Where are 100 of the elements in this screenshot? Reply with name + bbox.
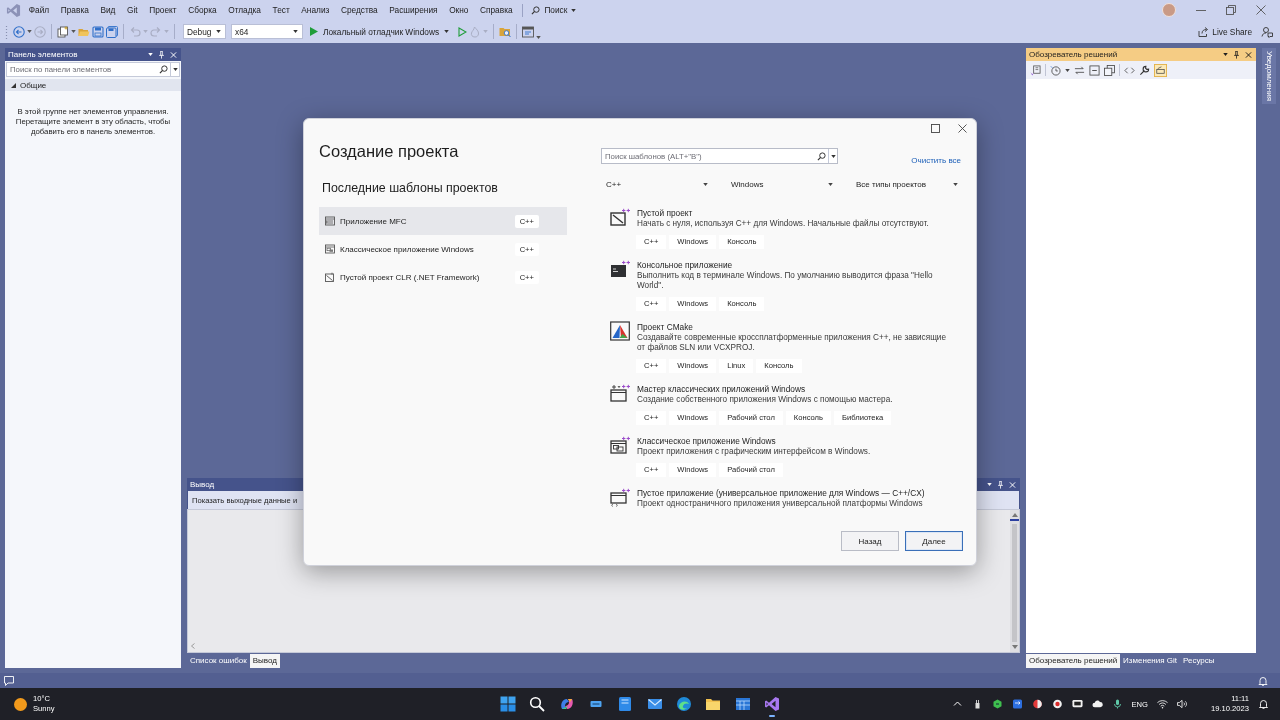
template-name: Классическое приложение Windows <box>340 244 474 254</box>
toolbar-grip[interactable] <box>5 24 8 39</box>
caret-icon[interactable] <box>830 154 836 158</box>
wave-circle-icon[interactable] <box>675 696 692 712</box>
panel-tab[interactable]: Вывод <box>249 654 280 668</box>
menu-item[interactable]: Правка <box>55 0 95 20</box>
caret-icon[interactable] <box>293 30 298 33</box>
feedback-icon[interactable] <box>1261 25 1273 38</box>
back-arrow-icon[interactable] <box>13 25 25 38</box>
close-icon[interactable] <box>1245 50 1252 59</box>
filter-dropdown[interactable]: Windows <box>726 177 837 191</box>
bell-icon[interactable] <box>1258 699 1269 709</box>
speaker-icon[interactable] <box>1177 699 1188 709</box>
copy-pages-icon[interactable] <box>1104 64 1115 76</box>
panel-tab[interactable]: Список ошибок <box>187 654 250 668</box>
pin-icon[interactable] <box>1233 50 1240 59</box>
menu-item[interactable]: Анализ <box>295 0 336 20</box>
panel-tab[interactable]: Обозреватель решений <box>1026 654 1121 668</box>
ribbon-logo-icon[interactable] <box>763 696 780 717</box>
new-pages-icon[interactable] <box>57 25 69 38</box>
caret-icon[interactable] <box>172 68 178 71</box>
caret-icon[interactable] <box>1065 68 1070 72</box>
platform-dropdown[interactable]: x64 <box>231 24 303 39</box>
caret-icon[interactable] <box>571 8 577 12</box>
live-share-button[interactable]: Live Share <box>1196 26 1254 37</box>
arrow-square-icon[interactable] <box>1011 699 1023 709</box>
menu-item[interactable]: Вид <box>94 0 122 20</box>
template-name[interactable]: Проект CMake <box>637 321 693 333</box>
caret-icon[interactable] <box>953 182 958 186</box>
menu-item[interactable]: Справка <box>474 0 519 20</box>
template-name[interactable]: Классическое приложение Windows <box>637 435 776 447</box>
scroll-down-icon[interactable] <box>1011 645 1018 649</box>
close-icon[interactable] <box>958 123 967 133</box>
configuration-dropdown[interactable]: Debug <box>183 24 226 39</box>
page-icon[interactable] <box>1030 64 1041 76</box>
dialog-button[interactable]: Назад <box>841 531 899 551</box>
folder-icon[interactable] <box>705 696 722 712</box>
wifi-icon[interactable] <box>1157 699 1168 709</box>
chevron-up-icon[interactable] <box>951 699 963 709</box>
microphone-icon[interactable] <box>1111 699 1123 709</box>
panel-tab[interactable]: Изменения Git <box>1120 654 1180 668</box>
grid-window-icon[interactable] <box>734 696 751 712</box>
menu-item[interactable]: Средства <box>335 0 384 20</box>
menu-item[interactable]: Окно <box>443 0 475 20</box>
template-name[interactable]: Пустое приложение (универсальное приложение для Windows — C++/CX) <box>637 487 925 499</box>
run-button[interactable]: Локальный отладчик Windows <box>307 22 453 41</box>
mail-icon[interactable] <box>646 696 663 712</box>
menu-item[interactable]: Файл <box>23 0 55 20</box>
menu-item[interactable]: Тест <box>266 0 296 20</box>
wrench-icon[interactable] <box>1139 64 1150 76</box>
menu-item[interactable]: Расширения <box>383 0 444 20</box>
caret-icon[interactable] <box>987 483 992 486</box>
menu-item[interactable]: Сборка <box>182 0 223 20</box>
template-name[interactable]: Мастер классических приложений Windows <box>637 383 806 395</box>
search-icon[interactable] <box>159 65 168 74</box>
menu-item[interactable]: Отладка <box>222 0 267 20</box>
maximize-icon[interactable] <box>931 123 940 133</box>
search-icon[interactable] <box>817 151 826 161</box>
save-all-icon[interactable] <box>106 25 118 38</box>
restore-icon[interactable] <box>1226 5 1236 15</box>
menu-item[interactable]: Проект <box>143 0 183 20</box>
clear-all-link[interactable]: Очистить все <box>911 156 961 165</box>
caret-icon[interactable] <box>1223 53 1228 56</box>
split-circle-icon[interactable] <box>1031 699 1043 709</box>
dot-in-circle-icon[interactable] <box>1051 699 1063 709</box>
caret-icon[interactable] <box>216 30 221 33</box>
template-name[interactable]: Пустой проект <box>637 207 693 219</box>
sun-icon[interactable] <box>14 697 27 711</box>
template-name[interactable]: Консольное приложение <box>637 259 733 271</box>
swirl-icon[interactable] <box>558 696 575 712</box>
menu-item[interactable]: Git <box>121 0 144 20</box>
group-header[interactable]: Общие <box>5 79 181 91</box>
cloud-icon[interactable] <box>1091 699 1103 709</box>
folder-search-icon[interactable] <box>499 25 512 38</box>
caret-icon[interactable] <box>703 182 708 186</box>
caret-icon[interactable] <box>148 53 153 56</box>
highlighted-tray-icon[interactable] <box>1154 63 1167 77</box>
hexagon-icon[interactable] <box>991 699 1003 709</box>
minus-box-icon[interactable] <box>1089 64 1100 76</box>
sync-arrows-icon[interactable] <box>1074 64 1085 76</box>
filter-dropdown[interactable]: C++ <box>601 177 712 191</box>
save-icon[interactable] <box>92 25 104 38</box>
triangle-icon[interactable] <box>11 82 16 88</box>
scroll-up-icon[interactable] <box>1011 513 1018 517</box>
caret-icon[interactable] <box>444 30 450 33</box>
notifications-tab[interactable]: Уведомления <box>1262 48 1276 105</box>
search-icon[interactable] <box>529 696 546 712</box>
monitor-icon[interactable] <box>1071 699 1083 709</box>
filter-dropdown[interactable]: Все типы проектов <box>851 177 962 191</box>
tile-icon[interactable] <box>617 696 634 712</box>
caret-icon[interactable] <box>828 182 833 186</box>
comment-icon[interactable] <box>4 675 14 686</box>
vertical-scrollbar[interactable] <box>1010 510 1019 652</box>
panel-tab[interactable]: Ресурсы <box>1180 654 1218 668</box>
start-icon[interactable] <box>500 696 517 712</box>
search-menu[interactable]: Поиск <box>531 5 577 15</box>
triangle-window-icon <box>610 321 630 341</box>
window-layout-icon[interactable] <box>522 25 535 38</box>
close-icon[interactable] <box>1256 5 1266 15</box>
dialog-button[interactable]: Далее <box>905 531 963 551</box>
